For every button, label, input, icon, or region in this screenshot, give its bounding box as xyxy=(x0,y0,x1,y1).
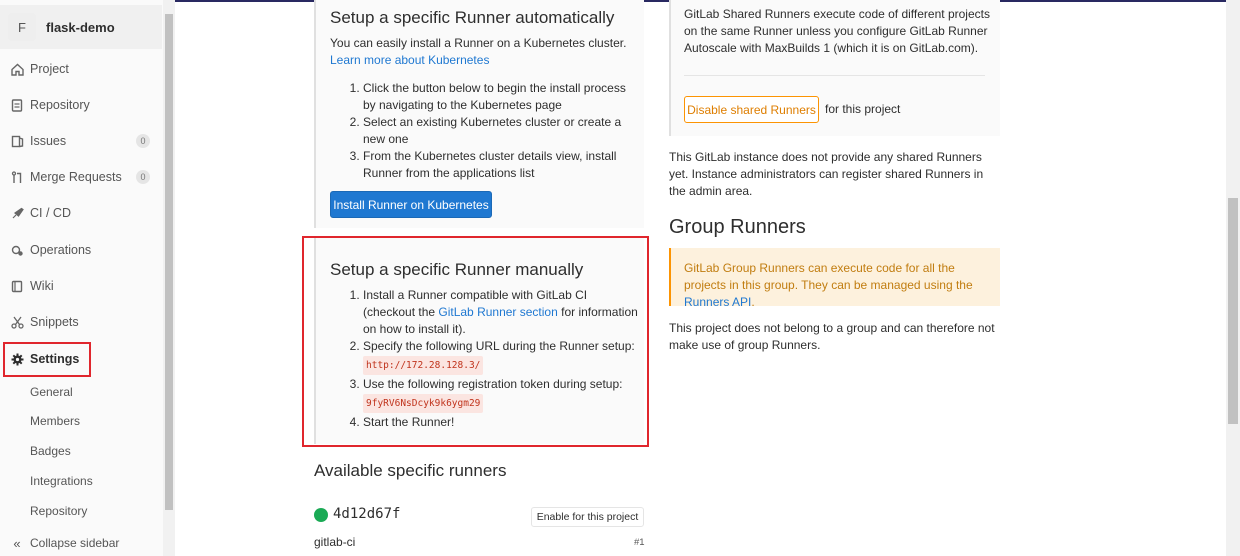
home-icon xyxy=(10,62,24,76)
sidebar-item-ci-cd[interactable]: CI / CD xyxy=(0,198,162,228)
warning-text: GitLab Group Runners can execute code fo… xyxy=(684,261,973,292)
sidebar-item-wiki[interactable]: Wiki xyxy=(0,271,162,301)
project-name: flask-demo xyxy=(46,19,115,35)
warning-end: . xyxy=(751,295,755,309)
sidebar-item-label: Wiki xyxy=(30,279,54,293)
sidebar-item-label: Project xyxy=(30,62,69,76)
rocket-icon xyxy=(10,206,24,220)
sidebar: F flask-demo Project Repository Issues 0 xyxy=(0,0,175,556)
double-chevron-left-icon: « xyxy=(13,535,21,551)
sidebar-item-issues[interactable]: Issues 0 xyxy=(0,126,162,156)
settings-sub-badges[interactable]: Badges xyxy=(30,444,71,458)
auto-steps-list: Click the button below to begin the inst… xyxy=(348,80,638,182)
kubernetes-docs-link[interactable]: Learn more about Kubernetes xyxy=(330,52,489,69)
sidebar-item-label: Snippets xyxy=(30,315,79,329)
page-root: F flask-demo Project Repository Issues 0 xyxy=(0,0,1240,556)
runner-id-link[interactable]: 4d12d67f xyxy=(333,506,400,522)
settings-sub-members[interactable]: Members xyxy=(30,414,80,428)
no-shared-runners-text: This GitLab instance does not provide an… xyxy=(669,150,984,198)
sidebar-item-snippets[interactable]: Snippets xyxy=(0,307,162,337)
available-runners-title: Available specific runners xyxy=(314,461,507,480)
sidebar-item-repository[interactable]: Repository xyxy=(0,90,162,120)
auto-step: Select an existing Kubernetes cluster or… xyxy=(363,114,638,148)
page-scrollbar-thumb[interactable] xyxy=(1228,198,1238,424)
runner-online-status-icon xyxy=(314,508,328,522)
sidebar-item-label: Operations xyxy=(30,243,92,257)
divider xyxy=(684,75,985,76)
book-icon xyxy=(10,279,24,293)
auto-runner-title: Setup a specific Runner automatically xyxy=(330,8,615,27)
auto-runner-card: Setup a specific Runner automatically Yo… xyxy=(314,0,644,228)
manual-setup-highlight-box xyxy=(302,236,649,447)
runner-description: gitlab-ci xyxy=(314,535,356,549)
auto-step: Click the button below to begin the inst… xyxy=(363,80,638,114)
sidebar-scrollbar-thumb[interactable] xyxy=(165,14,173,510)
install-runner-kubernetes-button[interactable]: Install Runner on Kubernetes xyxy=(330,191,492,218)
settings-sub-general[interactable]: General xyxy=(30,385,73,399)
runners-api-link[interactable]: Runners API xyxy=(684,295,751,309)
sidebar-item-label: Issues xyxy=(30,134,67,148)
sidebar-item-merge-requests[interactable]: Merge Requests 0 xyxy=(0,162,162,192)
scissors-icon xyxy=(10,315,24,329)
cloud-gear-icon xyxy=(10,243,24,257)
group-runners-title: Group Runners xyxy=(669,216,806,238)
project-avatar: F xyxy=(8,13,36,41)
settings-sub-integrations[interactable]: Integrations xyxy=(30,474,93,488)
settings-sub-repository[interactable]: Repository xyxy=(30,504,87,518)
runner-number: #1 xyxy=(634,537,645,548)
no-group-text: This project does not belong to a group … xyxy=(669,321,995,352)
group-runners-warning: GitLab Group Runners can execute code fo… xyxy=(669,248,1000,309)
auto-step: From the Kubernetes cluster details view… xyxy=(363,148,638,182)
sidebar-item-project[interactable]: Project xyxy=(0,54,162,84)
auto-runner-intro: You can easily install a Runner on a Kub… xyxy=(330,36,627,50)
collapse-sidebar-button[interactable]: « Collapse sidebar xyxy=(0,530,162,556)
sidebar-item-label: Merge Requests xyxy=(30,170,122,184)
settings-highlight-box xyxy=(3,342,91,377)
merge-requests-count-badge: 0 xyxy=(136,170,150,184)
shared-runners-text: GitLab Shared Runners execute code of di… xyxy=(684,7,990,55)
group-runners-warning-text: GitLab Group Runners can execute code fo… xyxy=(684,260,994,311)
disable-shared-runners-button[interactable]: Disable shared Runners xyxy=(684,96,819,123)
enable-runner-button[interactable]: Enable for this project xyxy=(531,507,644,527)
sidebar-item-label: CI / CD xyxy=(30,206,71,220)
merge-request-icon xyxy=(10,170,24,184)
for-this-project-label: for this project xyxy=(825,102,901,116)
doc-icon xyxy=(10,98,24,112)
issues-icon xyxy=(10,134,24,148)
sidebar-item-label: Repository xyxy=(30,98,90,112)
collapse-sidebar-label: Collapse sidebar xyxy=(30,536,120,550)
sidebar-project-header[interactable]: F flask-demo xyxy=(0,5,162,49)
issues-count-badge: 0 xyxy=(136,134,150,148)
sidebar-item-operations[interactable]: Operations xyxy=(0,235,162,265)
